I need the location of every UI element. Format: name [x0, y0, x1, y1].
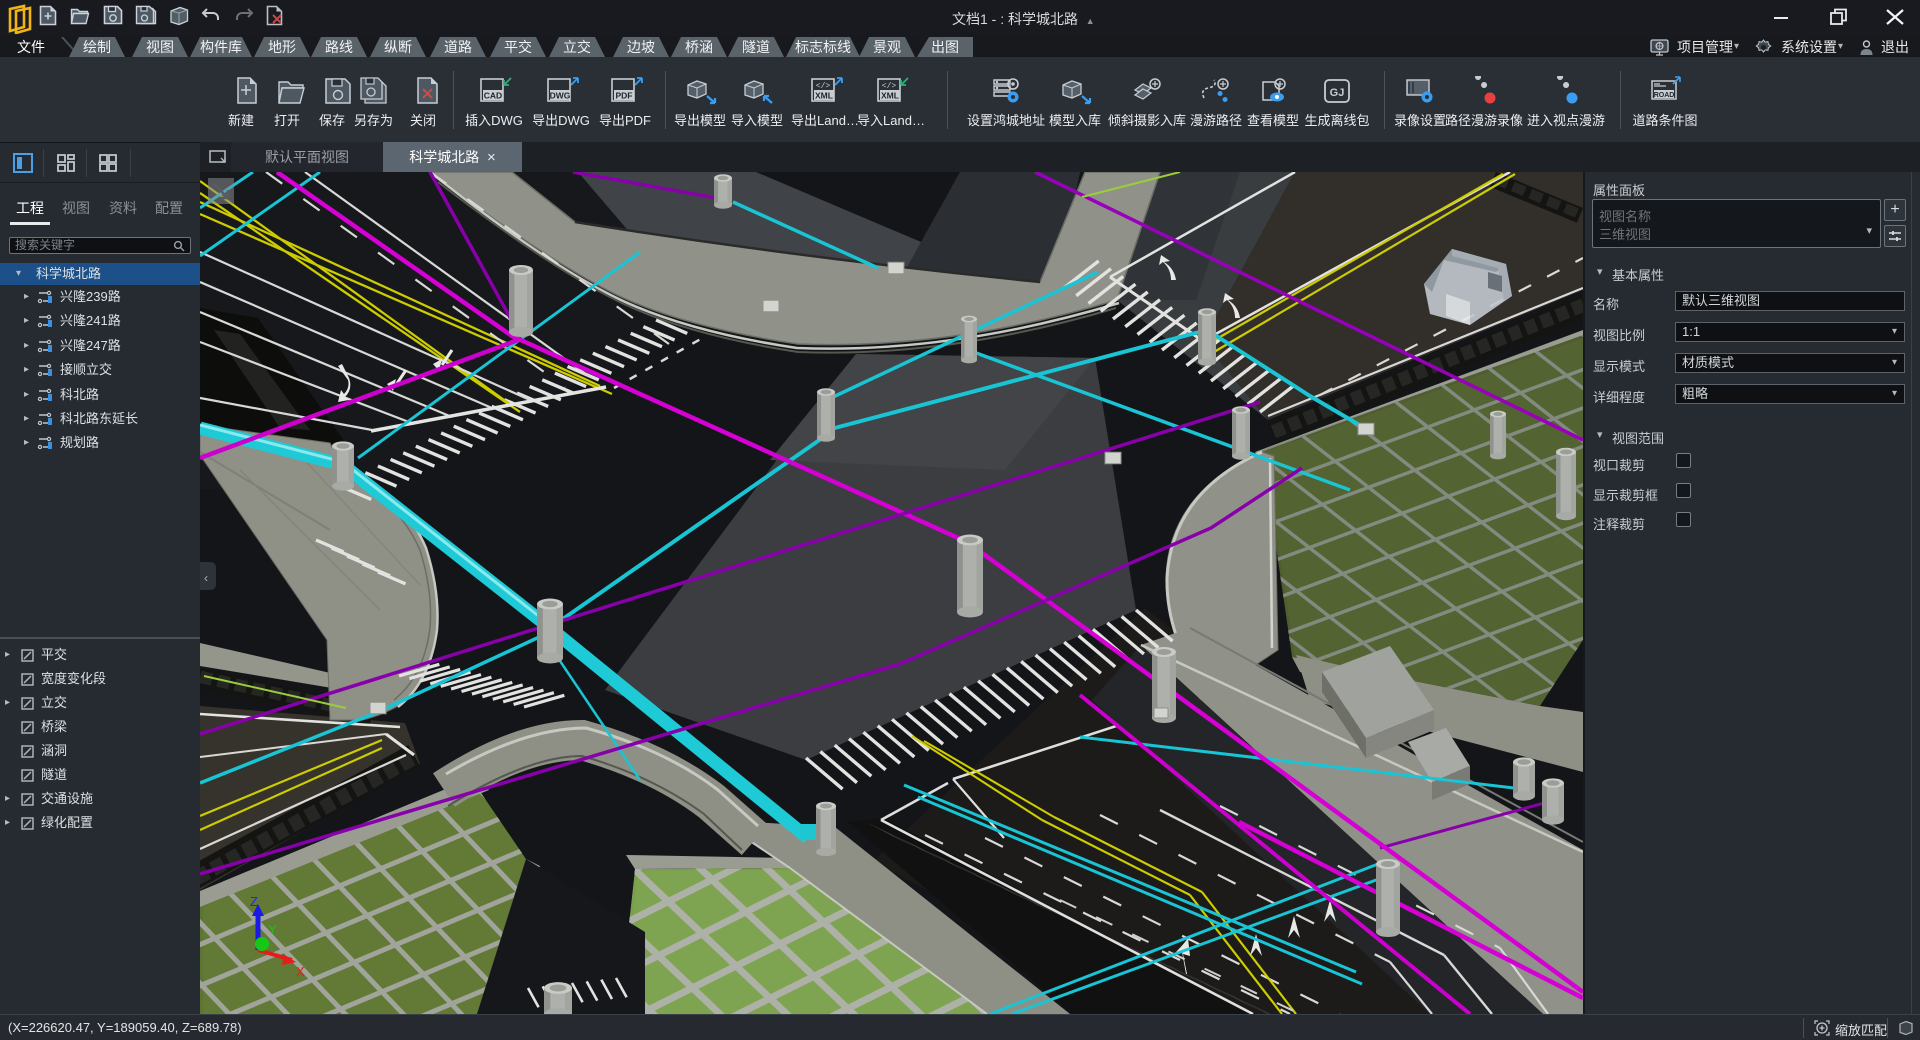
- svg-text:DWG: DWG: [550, 91, 571, 101]
- svg-text:XML: XML: [881, 91, 899, 101]
- svg-text:XML: XML: [815, 91, 833, 101]
- svg-text:PDF: PDF: [616, 91, 633, 101]
- svg-text:Z: Z: [250, 894, 258, 909]
- svg-text:X: X: [296, 964, 305, 979]
- svg-text:CAD: CAD: [484, 91, 502, 101]
- svg-text:‹: ‹: [204, 571, 208, 585]
- svg-text:Y: Y: [268, 922, 277, 937]
- svg-text:ROAD: ROAD: [1654, 92, 1675, 99]
- svg-text:GJ: GJ: [1330, 87, 1345, 99]
